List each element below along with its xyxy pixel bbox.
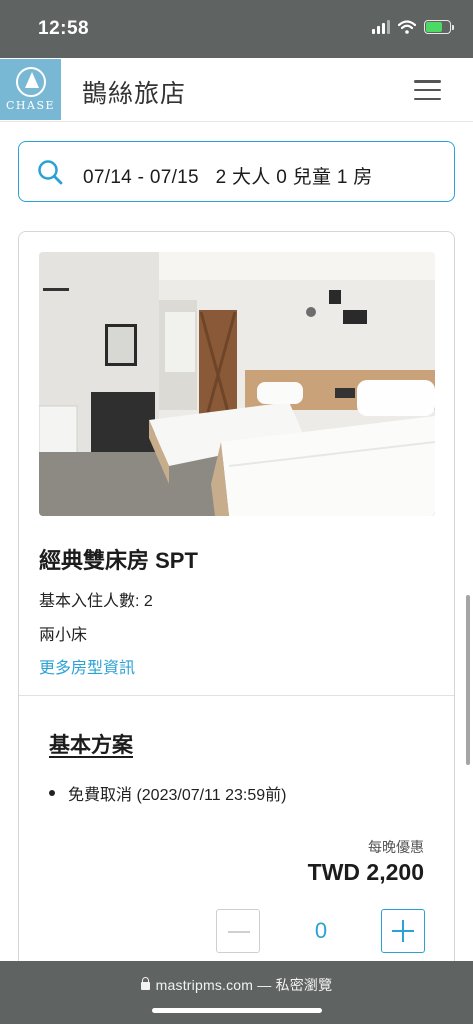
date-guest-search-field[interactable]: 07/14 - 07/15 2 大人 0 兒童 1 房 [18,141,455,202]
logo-text: CHASE [5,99,56,112]
increase-quantity-button[interactable] [381,909,425,953]
url-display: mastripms.com — 私密瀏覽 [0,975,473,995]
nightly-price: TWD 2,200 [307,859,424,885]
hotel-logo[interactable]: CHASE [0,59,61,120]
home-indicator[interactable] [152,1008,322,1013]
lock-icon [140,977,150,990]
search-summary: 07/14 - 07/15 2 大人 0 兒童 1 房 [83,167,373,188]
room-quantity: 0 [314,918,328,943]
room-card: 經典雙床房 SPT 基本入住人數: 2 兩小床 更多房型資訊 基本方案 免費取消… [18,231,455,991]
url-text: mastripms.com — 私密瀏覽 [155,977,333,993]
room-bed-type: 兩小床 [39,627,88,644]
site-header: CHASE 鵲絲旅店 [0,58,473,122]
cancellation-policy: 免費取消 (2023/07/11 23:59前) [49,781,286,805]
hamburger-menu-icon[interactable] [414,80,441,100]
hotel-room-photo[interactable] [39,252,435,516]
page-scrollbar[interactable] [466,595,470,765]
status-icons [372,20,454,34]
status-bar: 12:58 [0,0,473,58]
status-time: 12:58 [38,18,90,39]
hotel-name: 鵲絲旅店 [82,80,187,108]
logo-mark-icon [15,67,46,97]
search-icon [38,160,63,185]
decrease-quantity-button[interactable] [216,909,260,953]
room-occupancy: 基本入住人數: 2 [39,593,153,610]
room-title: 經典雙床房 SPT [39,548,198,573]
bullet-icon [49,790,55,796]
cellular-signal-icon [372,20,390,34]
rate-plan-title[interactable]: 基本方案 [49,729,133,759]
wifi-icon [398,20,416,34]
card-divider [19,695,454,696]
minus-icon [228,931,250,933]
battery-charging-icon [424,20,454,34]
browser-address-bar[interactable]: mastripms.com — 私密瀏覽 [0,961,473,1024]
price-caption: 每晚優惠 [368,839,424,855]
more-room-info-link[interactable]: 更多房型資訊 [39,654,135,678]
cancellation-policy-text: 免費取消 (2023/07/11 23:59前) [68,787,287,804]
booking-page: 12:58 CHASE 鵲絲旅店 07/14 - 07/15 2 大人 0 兒童… [0,0,473,1024]
